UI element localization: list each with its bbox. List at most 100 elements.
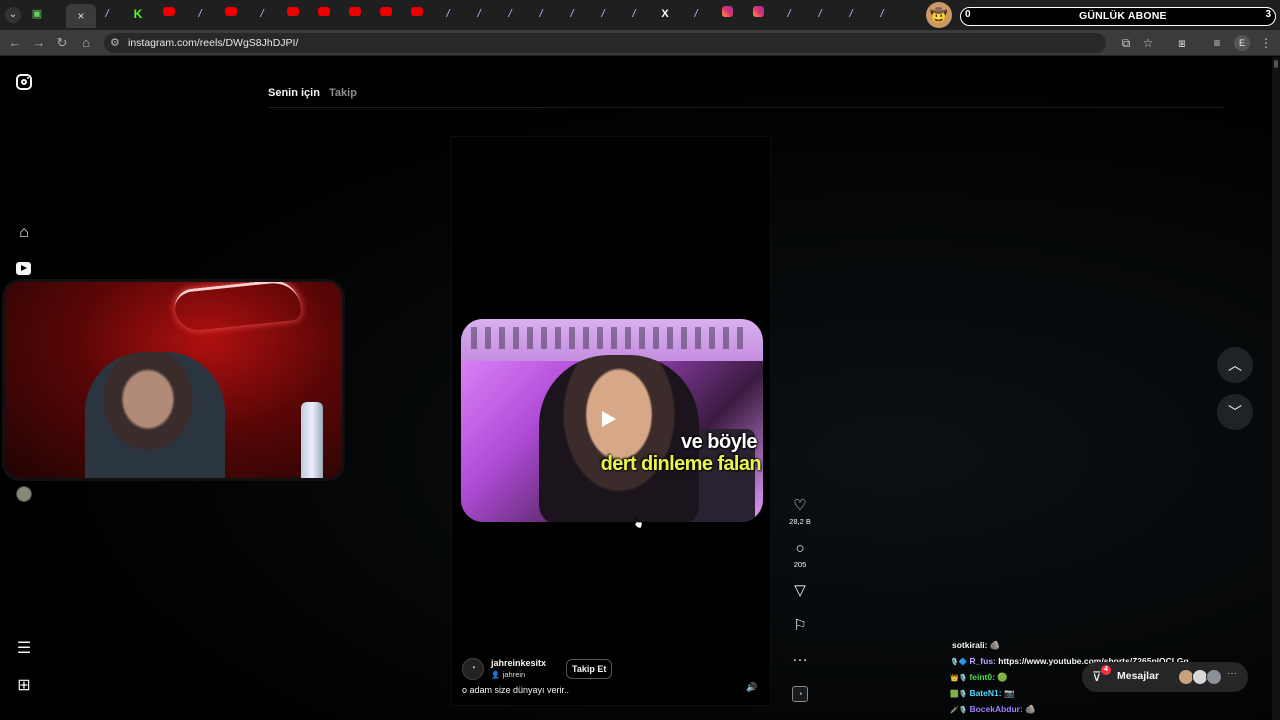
browser-menu-icon[interactable]: ⋮	[1257, 34, 1275, 52]
person-icon: 👤	[491, 672, 500, 679]
author-avatar[interactable]: ◔	[462, 658, 484, 680]
media-controls-icon[interactable]: ≡	[1208, 34, 1226, 52]
messages-label: Mesajlar	[1117, 670, 1160, 682]
chat-text: 🪨	[989, 640, 1001, 650]
chat-message: sotkirali: 🪨	[950, 640, 1000, 651]
tab-feather-icon[interactable]: /	[253, 6, 271, 22]
tab-feather-icon[interactable]: /	[873, 6, 891, 22]
chat-username: BateN1:	[969, 688, 1002, 698]
audio-source-icon[interactable]: ◔	[792, 686, 808, 702]
forward-icon[interactable]: →	[30, 34, 48, 52]
tab-ig-icon[interactable]	[718, 6, 736, 22]
chevron-down-icon[interactable]: ﹀	[1217, 394, 1253, 430]
site-info-icon[interactable]: ⚙	[110, 36, 120, 49]
like-action[interactable]: ♡ 28,2 B	[785, 497, 815, 526]
chat-badge-icon: 🎙️🔷	[950, 659, 968, 666]
chevron-up-icon[interactable]: ︿	[1217, 347, 1253, 383]
tab-feather-icon[interactable]: /	[98, 6, 116, 22]
more-icon[interactable]: ···	[785, 651, 815, 669]
chat-message: 🗡️🎙️ BocekAbdur: 🪨	[950, 704, 1036, 715]
author-username[interactable]: jahreinkesitx	[491, 658, 546, 668]
author-subname[interactable]: 👤 jahrein	[491, 670, 525, 679]
tab-feather-icon[interactable]: /	[191, 6, 209, 22]
like-count: 28,2 B	[789, 517, 811, 526]
bookmark-star-icon[interactable]: ☆	[1139, 34, 1157, 52]
tab-feather-icon[interactable]: /	[563, 6, 581, 22]
home-browser-icon[interactable]: ⌂	[77, 34, 95, 52]
profile-avatar[interactable]: E	[1234, 35, 1250, 51]
reel-player[interactable]: ve böyle dert dinleme falan ◔ jahreinkes…	[451, 136, 771, 706]
avatar[interactable]	[16, 486, 32, 502]
bookmark-icon[interactable]: ⚐	[785, 617, 815, 635]
apps-icon[interactable]: ⊞	[14, 676, 34, 696]
tab-feather-icon[interactable]: /	[687, 6, 705, 22]
play-icon[interactable]	[602, 411, 616, 427]
water-bottle	[301, 402, 323, 478]
tab-x-icon[interactable]: X	[656, 6, 674, 22]
reels-icon[interactable]	[14, 259, 34, 279]
tab-feather-icon[interactable]: /	[842, 6, 860, 22]
scrollbar[interactable]	[1272, 57, 1280, 720]
more-action[interactable]: ···	[785, 651, 815, 669]
save-action[interactable]: ⚐	[785, 617, 815, 635]
extensions-icon[interactable]: ⧆	[1173, 34, 1191, 52]
tab-k-icon[interactable]: K	[129, 6, 147, 22]
feed-tabs: Senin için Takip	[268, 87, 363, 99]
tab-feather-icon[interactable]: /	[501, 6, 519, 22]
chat-username: sotkirali:	[952, 640, 988, 650]
heart-icon[interactable]: ♡	[785, 497, 815, 515]
back-icon[interactable]: ←	[6, 34, 24, 52]
tab-for-you[interactable]: Senin için	[268, 87, 320, 99]
tab-feather-icon[interactable]: /	[625, 6, 643, 22]
install-app-icon[interactable]: ⧉	[1117, 34, 1135, 52]
comment-icon[interactable]: ○	[785, 540, 815, 558]
chat-message: 🟩🎙️ BateN1: 📷	[950, 688, 1015, 699]
sub-goal-title: GÜNLÜK ABONE	[1079, 10, 1167, 22]
tab-yt-icon[interactable]	[346, 6, 364, 22]
tab-yt-icon[interactable]	[284, 6, 302, 22]
tab-feather-icon[interactable]: /	[439, 6, 457, 22]
tab-feather-icon[interactable]: /	[594, 6, 612, 22]
chat-username: BocekAbdur:	[969, 704, 1023, 714]
scrollbar-thumb[interactable]	[1274, 60, 1278, 68]
instagram-page: ⌂ ☰ ⊞ Senin için Takip ve böyle dert din…	[0, 57, 1280, 720]
messages-button[interactable]: ⊽ 4 Mesajlar ···	[1082, 662, 1248, 692]
reload-icon[interactable]: ↻	[53, 34, 71, 52]
comment-action[interactable]: ○ 205	[785, 540, 815, 569]
tab-yt-icon[interactable]	[160, 6, 178, 22]
chat-badge-icon: 🟩🎙️	[950, 691, 968, 698]
follow-button[interactable]: Takip Et	[566, 659, 613, 679]
video-caption-line-2: dert dinleme falan	[600, 453, 762, 475]
tab-search-chevron-icon[interactable]: ⌄	[5, 7, 21, 23]
tab-feather-icon[interactable]: /	[780, 6, 798, 22]
tab-yt-icon[interactable]	[408, 6, 426, 22]
tab-yt-icon[interactable]	[315, 6, 333, 22]
sub-goal-target: 3	[1265, 9, 1271, 20]
direct-message-icon: ⊽	[1092, 669, 1102, 684]
tab-yt-icon[interactable]	[222, 6, 240, 22]
tab-ig-icon[interactable]	[749, 6, 767, 22]
video-person	[539, 355, 699, 522]
chat-text: 📷	[1003, 688, 1015, 698]
tab-feather-icon[interactable]: /	[811, 6, 829, 22]
share-action[interactable]: ▽	[785, 582, 815, 600]
address-bar[interactable]: ⚙ instagram.com/reels/DWgS8JhDJPI/	[104, 33, 1106, 53]
volume-icon[interactable]: 🔊	[745, 680, 759, 694]
tab-following[interactable]: Takip	[329, 87, 357, 99]
active-tab-close-icon[interactable]: ×	[66, 4, 96, 28]
share-icon[interactable]: ▽	[785, 582, 815, 600]
tab-green-icon[interactable]: ▣	[28, 6, 46, 22]
tab-feather-icon[interactable]: /	[470, 6, 488, 22]
stream-sub-goal-bar: 0 GÜNLÜK ABONE 3	[960, 7, 1276, 26]
streamer-webcam	[2, 279, 345, 481]
menu-icon[interactable]: ☰	[14, 639, 34, 659]
browser-toolbar: ← → ↻ ⌂ ⚙ instagram.com/reels/DWgS8JhDJP…	[0, 30, 1280, 56]
instagram-icon[interactable]	[14, 72, 34, 92]
home-icon[interactable]: ⌂	[14, 223, 34, 243]
reel-video-frame[interactable]: ve böyle dert dinleme falan	[461, 319, 763, 522]
unread-badge: 4	[1101, 665, 1111, 675]
tab-feather-icon[interactable]: /	[532, 6, 550, 22]
stream-overlay-avatar-icon: 🤠	[926, 2, 952, 28]
tab-yt-icon[interactable]	[377, 6, 395, 22]
reel-author: ◔ jahreinkesitx 👤 jahrein Takip Et	[462, 656, 762, 686]
